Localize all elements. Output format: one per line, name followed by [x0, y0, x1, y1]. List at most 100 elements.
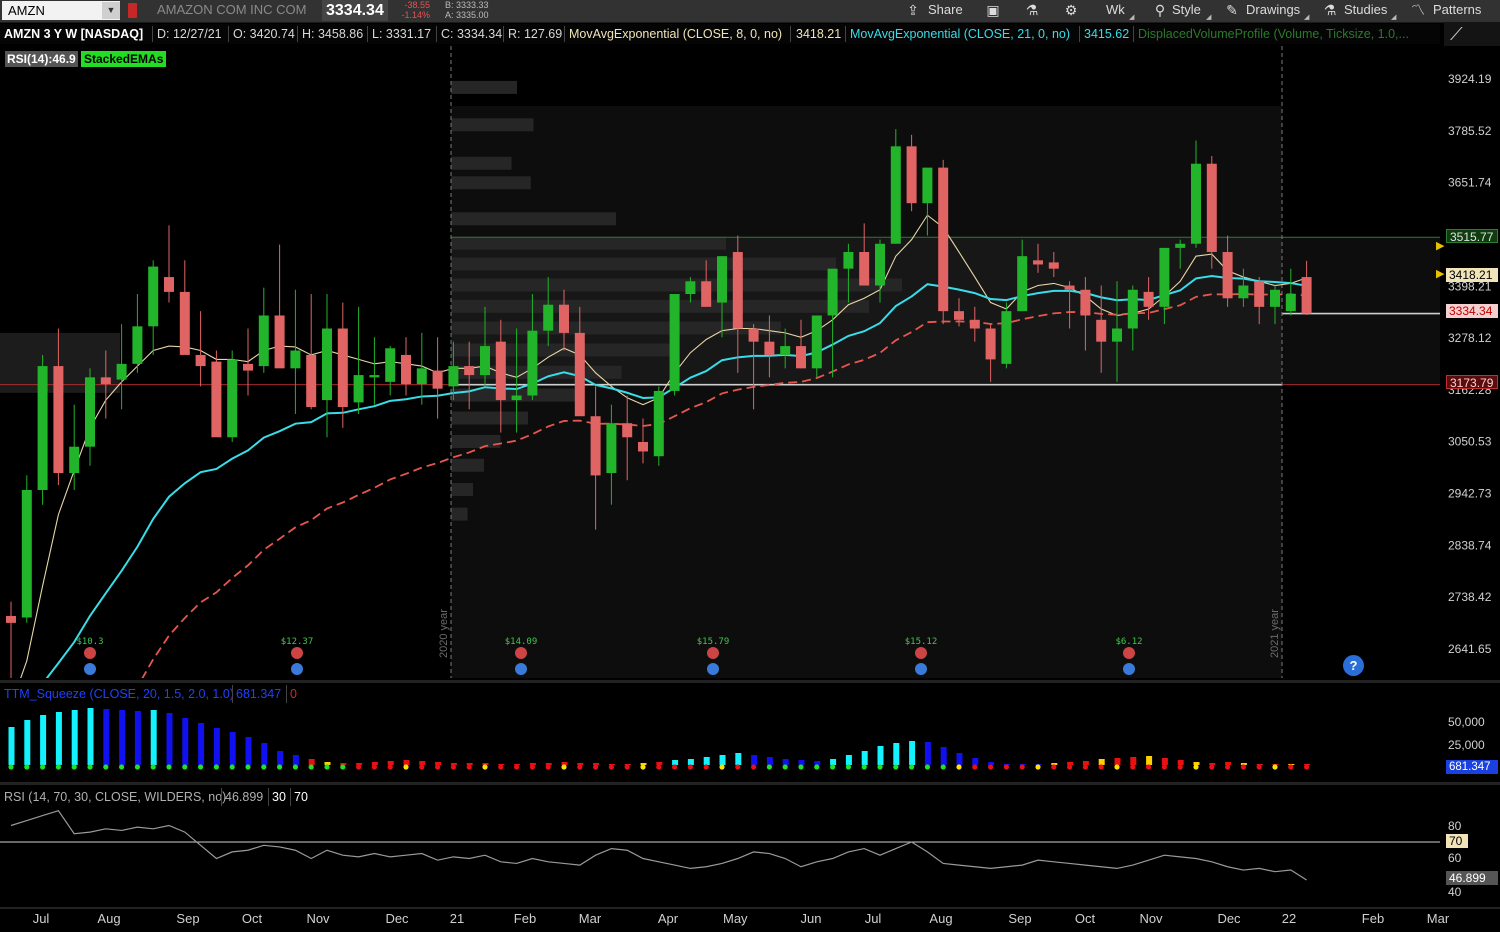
squeeze-dot — [814, 764, 820, 770]
squeeze-dot — [1114, 764, 1120, 770]
chart-settings-icon[interactable]: ⟋ — [1450, 24, 1463, 45]
squeeze-dot — [830, 764, 836, 770]
ttm-squeeze-label[interactable]: TTM_Squeeze (CLOSE, 20, 1.5, 2.0, 1.0) — [4, 685, 234, 703]
squeeze-bar — [71, 710, 78, 765]
candle — [258, 287, 269, 373]
timeframe-button[interactable]: Wk — [1106, 0, 1125, 20]
squeeze-dot — [687, 764, 694, 770]
style-icon[interactable]: ⚲ — [1150, 1, 1170, 20]
squeeze-bar — [845, 755, 852, 765]
earnings-icon[interactable] — [915, 647, 927, 659]
squeeze-bar — [1114, 758, 1121, 765]
info-icon[interactable] — [515, 663, 527, 675]
help-icon[interactable]: ? — [1343, 655, 1364, 676]
ema21-label[interactable]: MovAvgExponential (CLOSE, 21, 0, no) — [850, 24, 1070, 44]
pane-divider[interactable] — [0, 782, 1500, 785]
info-icon[interactable] — [707, 663, 719, 675]
squeeze-dot — [766, 764, 773, 770]
ema8-label[interactable]: MovAvgExponential (CLOSE, 8, 0, no) — [569, 24, 782, 44]
year-label: 2020 year — [438, 609, 450, 658]
rsi-line — [10, 809, 1307, 881]
squeeze-dot — [292, 764, 298, 770]
squeeze-dot — [893, 764, 899, 770]
time-axis[interactable]: Jul Aug Sep Oct Nov Dec 21 Feb Mar Apr May Jun Jul Au… — [0, 907, 1450, 932]
squeeze-dot — [8, 764, 14, 770]
earnings-icon[interactable] — [291, 647, 303, 659]
profile-bar — [451, 257, 836, 271]
squeeze-bar — [103, 709, 110, 765]
candle — [6, 601, 16, 678]
pencil-icon[interactable]: ✎ — [1222, 1, 1242, 20]
share-button[interactable]: Share — [928, 0, 963, 20]
squeeze-dot — [640, 764, 646, 770]
info-icon[interactable] — [1123, 663, 1135, 675]
pane-divider[interactable] — [0, 680, 1500, 683]
symbol-dropdown-chevron-icon[interactable]: ▼ — [102, 2, 120, 19]
squeeze-dot — [909, 764, 915, 770]
squeeze-dot — [261, 764, 267, 770]
info-icon[interactable] — [84, 663, 96, 675]
drawings-button[interactable]: Drawings — [1246, 0, 1300, 20]
flask-studies-icon[interactable]: ⚗ — [1320, 1, 1340, 20]
price-tick: 3278.12 — [1448, 331, 1492, 345]
divider — [503, 26, 504, 42]
bar-high: H: 3458.86 — [302, 27, 364, 41]
squeeze-dot — [672, 764, 678, 770]
candle — [69, 404, 80, 490]
rsi-chart[interactable] — [0, 806, 1440, 906]
candle — [85, 368, 95, 466]
price-chart[interactable]: 2020 year 2021 year $10.3 $12.37 $14.09 $15.… — [0, 46, 1440, 678]
squeeze-tick-25000: 25,000 — [1448, 738, 1485, 752]
squeeze-dot — [719, 764, 725, 770]
squeeze-bar — [387, 761, 394, 765]
ttm-squeeze-histogram[interactable] — [0, 703, 1440, 780]
squeeze-dot — [87, 764, 93, 770]
flask-icon[interactable]: ⚗ — [1022, 1, 1042, 20]
patterns-button[interactable]: Patterns — [1433, 0, 1481, 20]
style-button[interactable]: Style — [1172, 0, 1201, 20]
gear-icon[interactable]: ⚙ — [1061, 1, 1081, 20]
change-percent: -1.14% — [401, 10, 430, 20]
bid-value: B: 3333.33 — [445, 0, 489, 10]
squeeze-dot — [1288, 764, 1294, 770]
earnings-icon[interactable] — [84, 647, 96, 659]
profile-bar — [451, 212, 616, 226]
squeeze-dot — [529, 764, 536, 770]
squeeze-dot — [845, 764, 852, 770]
price-tag-resistance: 3515.77 — [1446, 229, 1498, 244]
info-icon[interactable] — [915, 663, 927, 675]
volume-profile-label[interactable]: DisplacedVolumeProfile (Volume, Ticksize… — [1138, 24, 1409, 44]
squeeze-dot — [498, 764, 504, 770]
squeeze-dot — [1272, 764, 1278, 770]
profile-bar — [451, 507, 468, 521]
candle — [416, 332, 427, 405]
rsi-label[interactable]: RSI (14, 70, 30, CLOSE, WILDERS, no) — [4, 788, 226, 806]
squeeze-dot — [1177, 764, 1183, 770]
squeeze-bar — [87, 708, 94, 765]
earnings-icon[interactable] — [515, 647, 527, 659]
layout-icon[interactable]: ▣ — [983, 1, 1003, 20]
candle — [306, 294, 317, 410]
candle — [243, 328, 253, 396]
earnings-icon[interactable] — [707, 647, 719, 659]
squeeze-bar — [229, 732, 236, 765]
studies-button[interactable]: Studies — [1344, 0, 1387, 20]
price-tick: 2838.74 — [1448, 538, 1492, 552]
squeeze-bar — [672, 760, 679, 765]
share-icon[interactable]: ⇪ — [903, 1, 923, 20]
squeeze-value-tag: 681.347 — [1446, 760, 1498, 774]
profile-bar — [451, 434, 501, 448]
info-icon[interactable] — [291, 663, 303, 675]
earnings-icon[interactable] — [1123, 647, 1135, 659]
price-axis[interactable]: 3924.193785.523651.743398.213278.123162.… — [1444, 46, 1500, 678]
rsi-tick-60: 60 — [1448, 851, 1462, 865]
candle — [1001, 302, 1012, 369]
squeeze-dot — [1146, 764, 1152, 770]
candle — [1206, 155, 1217, 269]
squeeze-bar — [119, 710, 126, 765]
squeeze-bar — [1146, 756, 1153, 765]
patterns-icon[interactable]: 〽 — [1408, 1, 1428, 20]
candle — [337, 302, 348, 428]
alert-flag-icon[interactable] — [128, 3, 137, 18]
time-tick: Dec — [1217, 911, 1241, 926]
